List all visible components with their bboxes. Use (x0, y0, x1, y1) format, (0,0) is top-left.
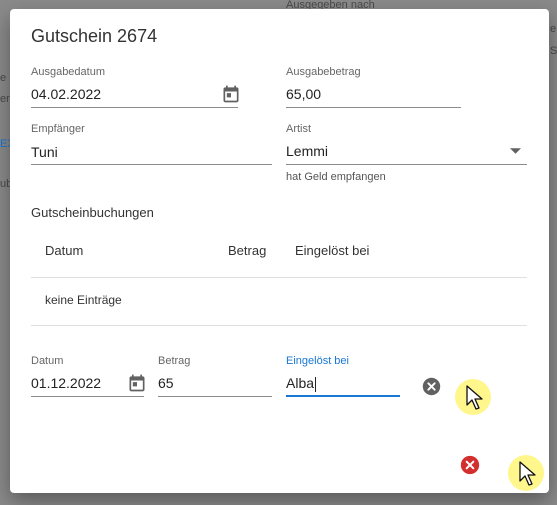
clear-icon[interactable] (422, 377, 441, 396)
ausgabebetrag-label: Ausgabebetrag (286, 66, 361, 78)
empfaenger-label: Empfänger (31, 123, 85, 135)
ausgabedatum-value: 04.02.2022 (31, 86, 102, 102)
column-header-eingeloest: Eingelöst bei (295, 243, 370, 258)
mouse-pointer-icon (519, 461, 536, 486)
bg-fragment: S (550, 45, 557, 57)
new-betrag-field[interactable]: Betrag 65 (158, 355, 272, 397)
column-header-datum: Datum (45, 243, 84, 258)
table-divider (31, 277, 527, 278)
mouse-pointer-icon (466, 385, 483, 410)
ausgabebetrag-field[interactable]: Ausgabebetrag 65,00 (286, 66, 461, 108)
bg-fragment: e (550, 23, 557, 35)
bookings-title: Gutscheinbuchungen (31, 205, 154, 220)
bg-fragment: e (0, 72, 7, 84)
new-eingeloest-field[interactable]: Eingelöst bei Alba (286, 355, 400, 397)
ausgabedatum-label: Ausgabedatum (31, 66, 105, 78)
artist-label: Artist (286, 123, 312, 135)
ausgabedatum-field[interactable]: Ausgabedatum 04.02.2022 (31, 66, 241, 108)
new-eingeloest-label: Eingelöst bei (286, 355, 349, 367)
artist-hint: hat Geld empfangen (286, 171, 386, 183)
calendar-icon[interactable] (127, 373, 147, 393)
ausgabebetrag-value: 65,00 (286, 86, 322, 102)
table-divider (31, 325, 527, 326)
new-datum-field[interactable]: Datum 01.12.2022 (31, 355, 147, 397)
cancel-icon[interactable] (460, 455, 480, 475)
empty-state-text: keine Einträge (45, 293, 122, 307)
new-datum-value: 01.12.2022 (31, 375, 102, 391)
chevron-down-icon[interactable] (510, 148, 521, 154)
artist-select[interactable]: Artist Lemmi (286, 123, 527, 165)
column-header-betrag: Betrag (228, 243, 267, 258)
new-betrag-value: 65 (158, 375, 174, 391)
empfaenger-value: Tuni (31, 144, 58, 160)
artist-value: Lemmi (286, 143, 329, 159)
text-caret (315, 376, 317, 392)
dialog-title: Gutschein 2674 (31, 26, 158, 46)
new-eingeloest-text: Alba (286, 375, 317, 392)
new-eingeloest-value: Alba (286, 375, 315, 391)
voucher-dialog: Gutschein 2674 Ausgabedatum 04.02.2022 A… (10, 9, 549, 493)
calendar-icon[interactable] (221, 84, 241, 104)
empfaenger-field[interactable]: Empfänger Tuni (31, 123, 272, 165)
new-datum-label: Datum (31, 355, 64, 367)
new-betrag-label: Betrag (158, 355, 191, 367)
